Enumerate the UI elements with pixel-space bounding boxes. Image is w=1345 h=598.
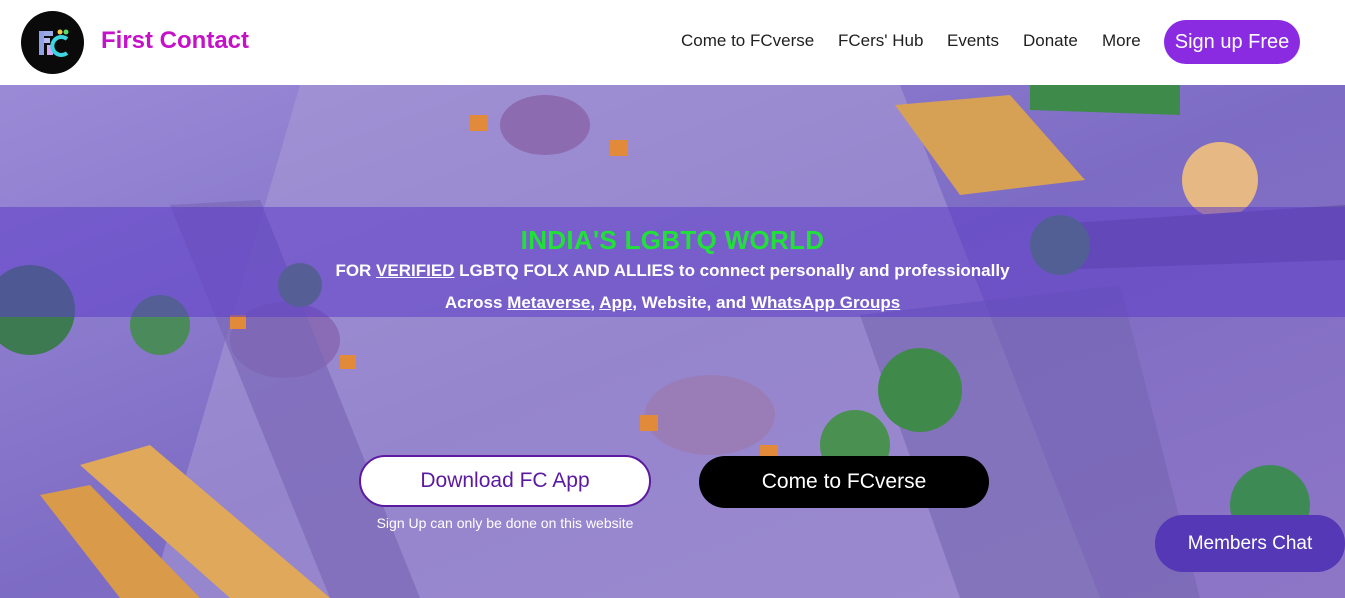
site-header: First Contact Come to FCverse FCers' Hub… — [0, 0, 1345, 85]
main-nav: Come to FCverse FCers' Hub Events Donate… — [0, 31, 1345, 55]
hero-subtitle-line2: Across Metaverse, App, Website, and What… — [0, 293, 1345, 313]
signup-note: Sign Up can only be done on this website — [376, 515, 634, 531]
signup-free-button[interactable]: Sign up Free — [1164, 20, 1300, 64]
hero-subtitle-line1: FOR VERIFIED LGBTQ FOLX AND ALLIES to co… — [0, 261, 1345, 281]
hero-line2-pre: Across — [444, 293, 508, 312]
hero-line2-sep: , — [590, 293, 600, 312]
app-link[interactable]: App — [599, 293, 632, 312]
nav-item-more[interactable]: More — [1102, 31, 1141, 51]
members-chat-button[interactable]: Members Chat — [1155, 515, 1345, 572]
hero-title: INDIA'S LGBTQ WORLD — [520, 225, 825, 255]
nav-item-donate[interactable]: Donate — [1023, 31, 1078, 51]
hero-line2-mid: , Website, and — [632, 293, 751, 312]
download-fc-app-button[interactable]: Download FC App — [359, 455, 651, 507]
whatsapp-groups-link[interactable]: WhatsApp Groups — [751, 293, 900, 312]
come-to-fcverse-button[interactable]: Come to FCverse — [699, 456, 989, 508]
nav-item-fcers-hub[interactable]: FCers' Hub — [838, 31, 923, 51]
hero-section: INDIA'S LGBTQ WORLD FOR VERIFIED LGBTQ F… — [0, 85, 1345, 598]
hero-line1-pre: FOR — [335, 261, 377, 280]
hero-line1-post: LGBTQ FOLX AND ALLIES to connect persona… — [454, 261, 1010, 280]
nav-item-fcverse[interactable]: Come to FCverse — [681, 31, 814, 51]
metaverse-link[interactable]: Metaverse — [507, 293, 590, 312]
aerial-terrace-cafe-image — [0, 85, 1345, 598]
verified-link[interactable]: VERIFIED — [376, 261, 454, 280]
nav-item-events[interactable]: Events — [947, 31, 999, 51]
